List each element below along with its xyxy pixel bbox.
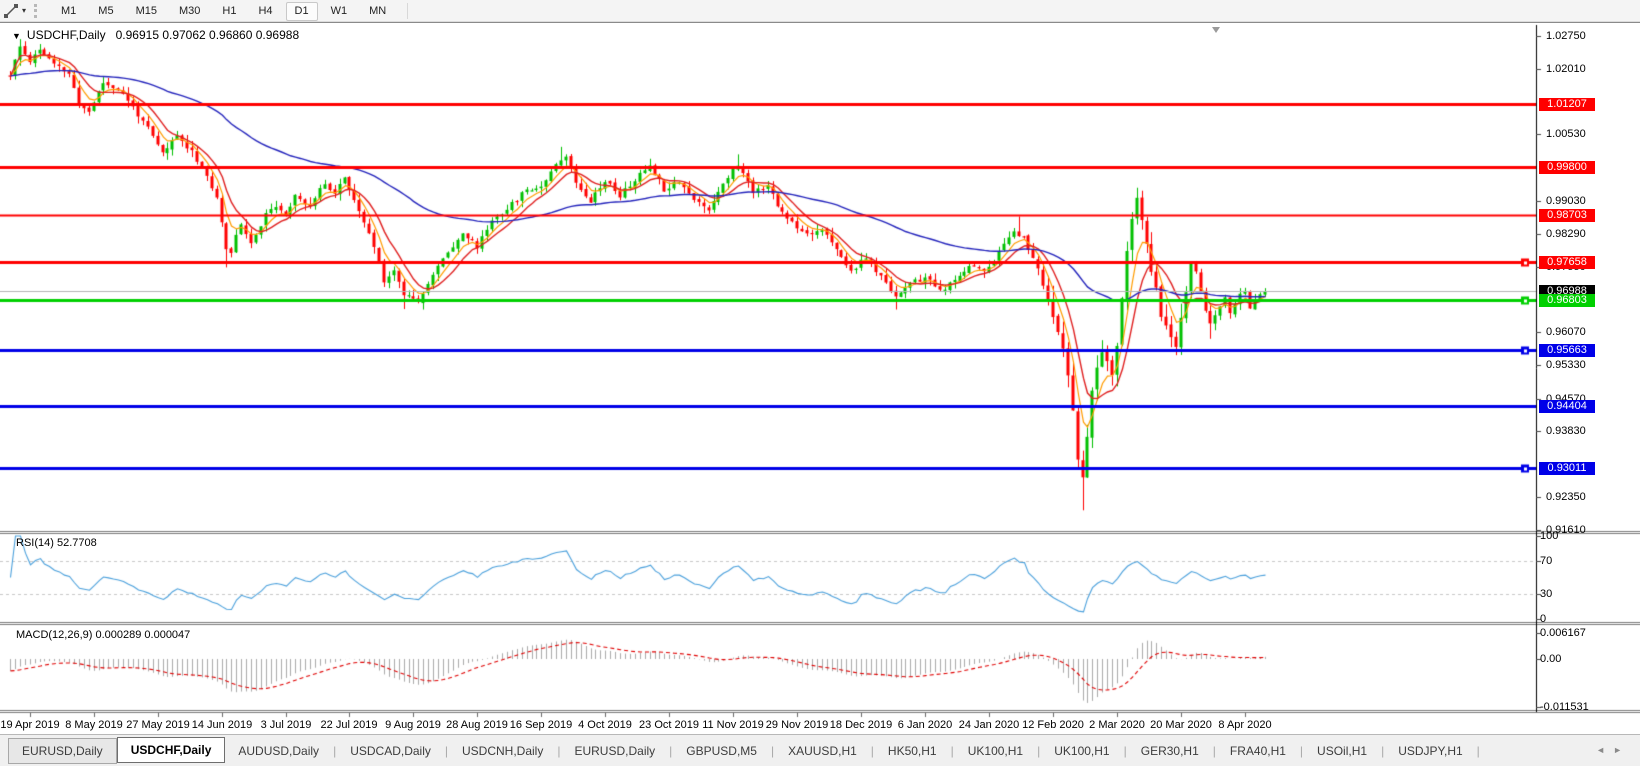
timeframe-button-m15[interactable]: M15 [127, 2, 166, 21]
chart-tab-usdchf-daily-1[interactable]: USDCHF,Daily [116, 736, 226, 763]
chart-tabs: EURUSD,Daily USDCHF,Daily AUDUSD,Daily | USD… [8, 736, 1481, 764]
chart-tabbar: EURUSD,Daily USDCHF,Daily AUDUSD,Daily | USD… [0, 734, 1640, 766]
chart-tab-fra40-h1-12[interactable]: FRA40,H1 [1217, 739, 1299, 763]
chart-tab-eurusd-daily-0[interactable]: EURUSD,Daily [8, 737, 117, 764]
chart-tab-usdcad-daily-3[interactable]: USDCAD,Daily [337, 739, 444, 763]
tab-separator: | [1476, 743, 1480, 758]
trendline-tool-icon[interactable] [2, 3, 20, 19]
chart-window: ▼ USDCHF,Daily 0.96915 0.97062 0.96860 0.9… [0, 22, 1640, 735]
tool-dropdown-icon[interactable]: ▾ [22, 6, 26, 15]
chart-tab-uk100-h1-10[interactable]: UK100,H1 [1041, 739, 1122, 763]
chart-tab-gbpusd-m5-6[interactable]: GBPUSD,M5 [673, 739, 770, 763]
timeframe-button-m30[interactable]: M30 [170, 2, 209, 21]
timeframe-button-d1[interactable]: D1 [285, 1, 318, 21]
price-chart-canvas[interactable] [0, 23, 1640, 735]
timeframe-button-m1[interactable]: M1 [52, 2, 85, 21]
chart-tab-usdcnh-daily-4[interactable]: USDCNH,Daily [449, 739, 556, 763]
timeframe-buttons: M1 M5 M15 M30 H1 H4 D1 W1 MN [50, 1, 397, 21]
chart-tab-ger30-h1-11[interactable]: GER30,H1 [1128, 739, 1212, 763]
chart-tab-eurusd-daily-5[interactable]: EURUSD,Daily [561, 739, 668, 763]
chart-tab-audusd-daily-2[interactable]: AUDUSD,Daily [225, 739, 332, 763]
timeframe-button-h1[interactable]: H1 [213, 2, 245, 21]
chart-tab-xauusd-h1-7[interactable]: XAUUSD,H1 [775, 739, 870, 763]
tab-scroll-right-icon[interactable]: ► [1613, 745, 1630, 755]
toolbar-grip[interactable] [34, 3, 42, 18]
toolbar-separator [407, 2, 409, 19]
chart-tab-hk50-h1-8[interactable]: HK50,H1 [875, 739, 950, 763]
tab-scroll-left-icon[interactable]: ◄ [1596, 745, 1613, 755]
mt4-terminal: { "toolbar": { "timeframes": ["M1","M5",… [0, 0, 1640, 766]
chart-tab-uk100-h1-9[interactable]: UK100,H1 [955, 739, 1036, 763]
timeframe-toolbar: ▾ M1 M5 M15 M30 H1 H4 D1 W1 MN [0, 0, 1640, 22]
timeframe-button-mn[interactable]: MN [360, 2, 395, 21]
timeframe-button-w1[interactable]: W1 [322, 2, 357, 21]
timeframe-button-m5[interactable]: M5 [89, 2, 122, 21]
timeframe-button-h4[interactable]: H4 [249, 2, 281, 21]
chart-tab-usdjpy-h1-14[interactable]: USDJPY,H1 [1385, 739, 1475, 763]
chart-tab-usoil-h1-13[interactable]: USOil,H1 [1304, 739, 1380, 763]
tab-scroll-arrows: ◄► [1596, 745, 1630, 755]
